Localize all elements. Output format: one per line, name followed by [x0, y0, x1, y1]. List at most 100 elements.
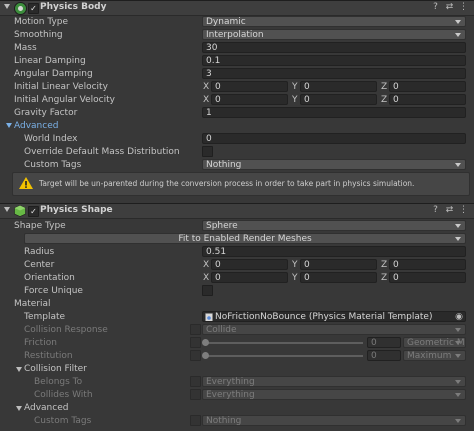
- expand-arrow-icon: [16, 367, 22, 372]
- template-value: NoFrictionNoBounce (Physics Material Tem…: [215, 312, 433, 322]
- y-axis-label: Y: [292, 82, 298, 92]
- help-icon[interactable]: ?: [430, 205, 441, 216]
- smoothing-value: Interpolation: [206, 30, 264, 40]
- advanced-label: Advanced: [14, 121, 59, 131]
- friction-value-field: 0: [367, 337, 401, 348]
- material-custom-tags-value: Nothing: [206, 416, 242, 426]
- center-x[interactable]: 0: [211, 259, 288, 270]
- restitution-slider-track: [205, 355, 363, 357]
- initial-angular-velocity-x[interactable]: 0: [211, 94, 288, 105]
- advanced-foldout[interactable]: Advanced: [4, 120, 204, 132]
- friction-slider-knob: [202, 339, 209, 346]
- collision-response-override-checkbox[interactable]: [190, 324, 201, 335]
- physics-body-enabled-checkbox[interactable]: ✓: [28, 3, 39, 14]
- mass-field[interactable]: 30: [202, 42, 466, 53]
- initial-linear-velocity-y[interactable]: 0: [300, 81, 377, 92]
- fit-button-label: Fit to Enabled Render Meshes: [178, 234, 312, 244]
- chevron-down-icon: [455, 393, 461, 397]
- friction-combine-dropdown: Geometric Me: [403, 337, 466, 348]
- chevron-down-icon: [455, 341, 461, 345]
- friction-slider: [202, 337, 364, 349]
- chevron-down-icon: [455, 224, 461, 228]
- motion-type-dropdown[interactable]: Dynamic: [202, 16, 466, 27]
- orientation-y[interactable]: 0: [300, 272, 377, 283]
- world-index-label: World Index: [24, 134, 78, 144]
- collapse-arrow-icon[interactable]: [4, 207, 10, 212]
- restitution-slider-knob: [202, 352, 209, 359]
- collision-response-value: Collide: [206, 325, 237, 335]
- physics-shape-title: Physics Shape: [40, 205, 113, 215]
- gravity-factor-field[interactable]: 1: [202, 107, 466, 118]
- orientation-z[interactable]: 0: [389, 272, 466, 283]
- x-axis-label: X: [203, 273, 210, 283]
- chevron-down-icon: [455, 20, 461, 24]
- chevron-down-icon: [455, 163, 461, 167]
- physics-body-header[interactable]: ✓ Physics Body ? ⇄ ⋮: [0, 0, 474, 16]
- radius-label: Radius: [24, 247, 55, 257]
- initial-angular-velocity-y[interactable]: 0: [300, 94, 377, 105]
- mass-label: Mass: [14, 43, 37, 53]
- z-axis-label: Z: [381, 95, 388, 105]
- angular-damping-field[interactable]: 3: [202, 68, 466, 79]
- linear-damping-field[interactable]: 0.1: [202, 55, 466, 66]
- center-y[interactable]: 0: [300, 259, 377, 270]
- collides-with-dropdown: Everything: [202, 389, 466, 400]
- physics-shape-enabled-checkbox[interactable]: ✓: [28, 206, 39, 217]
- material-label: Material: [14, 299, 51, 309]
- initial-linear-velocity-z[interactable]: 0: [389, 81, 466, 92]
- friction-override-checkbox[interactable]: [190, 337, 201, 348]
- object-picker-icon[interactable]: ◉: [455, 312, 463, 321]
- physics-shape-header[interactable]: ✓ Physics Shape ? ⇄ ⋮: [0, 203, 474, 219]
- warning-text: Target will be un-parented during the co…: [39, 179, 415, 188]
- material-template-asset-icon: [205, 313, 213, 321]
- initial-linear-velocity-label: Initial Linear Velocity: [14, 82, 108, 92]
- override-mass-distribution-checkbox[interactable]: [202, 146, 213, 157]
- y-axis-label: Y: [292, 260, 298, 270]
- custom-tags-dropdown[interactable]: Nothing: [202, 159, 466, 170]
- more-options-icon[interactable]: ⋮: [458, 205, 469, 216]
- physics-shape-icon: [14, 205, 26, 217]
- collision-filter-foldout[interactable]: Collision Filter: [14, 363, 194, 375]
- restitution-combine-value: Maximum: [407, 351, 452, 361]
- presets-icon[interactable]: ⇄: [444, 2, 455, 13]
- center-z[interactable]: 0: [389, 259, 466, 270]
- collides-with-override-checkbox[interactable]: [190, 389, 201, 400]
- template-label: Template: [24, 312, 66, 322]
- x-axis-label: X: [203, 95, 210, 105]
- physics-body-title: Physics Body: [40, 2, 107, 12]
- help-icon[interactable]: ?: [430, 2, 441, 13]
- fit-to-render-meshes-button[interactable]: Fit to Enabled Render Meshes: [24, 233, 466, 244]
- material-custom-tags-override-checkbox[interactable]: [190, 415, 201, 426]
- force-unique-checkbox[interactable]: [202, 285, 213, 296]
- expand-arrow-icon: [6, 123, 12, 128]
- shape-type-dropdown[interactable]: Sphere: [202, 220, 466, 231]
- gravity-factor-label: Gravity Factor: [14, 108, 78, 118]
- chevron-down-icon: [455, 237, 461, 241]
- x-axis-label: X: [203, 82, 210, 92]
- belongs-to-override-checkbox[interactable]: [190, 376, 201, 387]
- angular-damping-label: Angular Damping: [14, 69, 93, 79]
- more-options-icon[interactable]: ⋮: [458, 2, 469, 13]
- initial-angular-velocity-z[interactable]: 0: [389, 94, 466, 105]
- presets-icon[interactable]: ⇄: [444, 205, 455, 216]
- initial-linear-velocity-x[interactable]: 0: [211, 81, 288, 92]
- motion-type-label: Motion Type: [14, 17, 69, 27]
- restitution-slider: [202, 350, 364, 362]
- material-custom-tags-dropdown: Nothing: [202, 415, 466, 426]
- chevron-down-icon: [455, 380, 461, 384]
- restitution-override-checkbox[interactable]: [190, 350, 201, 361]
- template-object-field[interactable]: NoFrictionNoBounce (Physics Material Tem…: [202, 311, 466, 322]
- collision-response-dropdown: Collide: [202, 324, 466, 335]
- restitution-combine-dropdown: Maximum: [403, 350, 466, 361]
- orientation-x[interactable]: 0: [211, 272, 288, 283]
- motion-type-value: Dynamic: [206, 17, 246, 27]
- collapse-arrow-icon[interactable]: [4, 4, 10, 9]
- radius-field[interactable]: 0.51: [202, 246, 466, 257]
- smoothing-dropdown[interactable]: Interpolation: [202, 29, 466, 40]
- world-index-field[interactable]: 0: [202, 133, 466, 144]
- z-axis-label: Z: [381, 82, 388, 92]
- material-advanced-foldout[interactable]: Advanced: [14, 402, 194, 414]
- chevron-down-icon: [455, 33, 461, 37]
- restitution-value-field: 0: [367, 350, 401, 361]
- physics-body-icon: [14, 2, 27, 15]
